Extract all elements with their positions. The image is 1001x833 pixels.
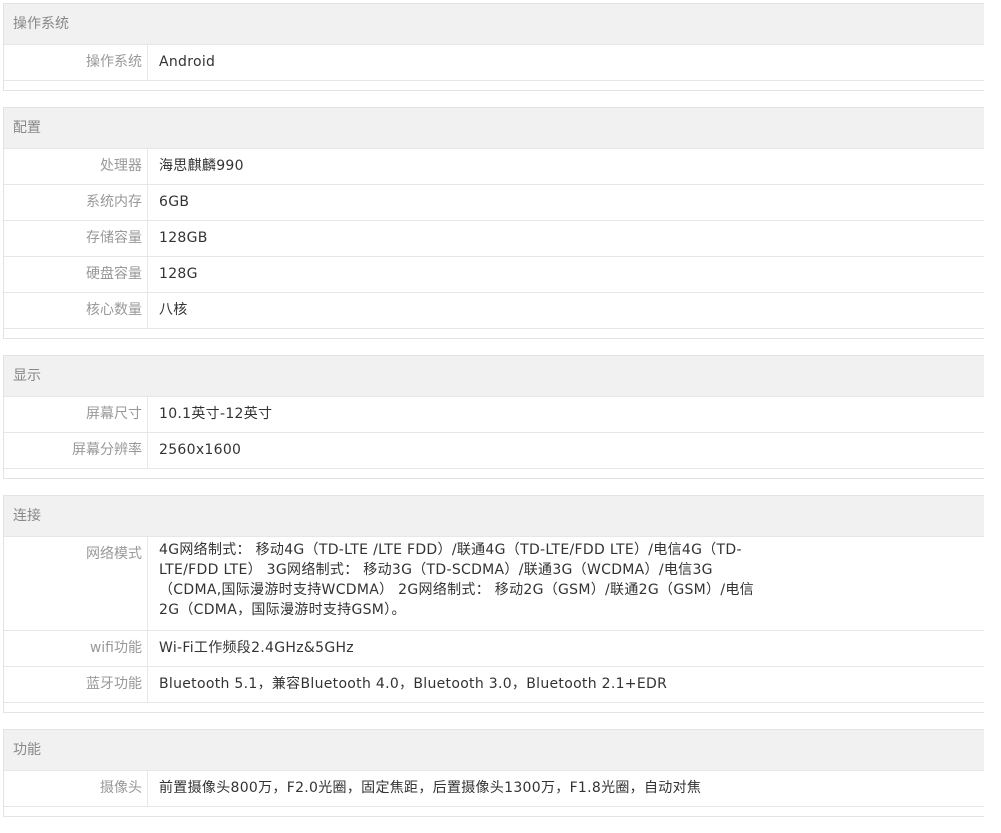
spec-value: Android bbox=[159, 54, 216, 70]
spec-row-screen-size: 屏幕尺寸 10.1英寸-12英寸 bbox=[4, 396, 984, 432]
section-footer bbox=[4, 702, 984, 712]
spec-value: 海思麒麟990 bbox=[159, 158, 244, 174]
section-title: 连接 bbox=[4, 496, 984, 536]
spec-label: 网络模式 bbox=[4, 537, 148, 630]
spec-label: 存储容量 bbox=[4, 221, 148, 256]
section-footer bbox=[4, 468, 984, 478]
spec-row-ram: 系统内存 6GB bbox=[4, 184, 984, 220]
spec-table: 操作系统 操作系统 Android 配置 处理器 海思麒麟990 系统内存 6G… bbox=[3, 3, 984, 833]
spec-label: 核心数量 bbox=[4, 293, 148, 328]
section-display: 显示 屏幕尺寸 10.1英寸-12英寸 屏幕分辨率 2560x1600 bbox=[3, 355, 984, 479]
section-connectivity: 连接 网络模式 4G网络制式： 移动4G（TD-LTE /LTE FDD）/联通… bbox=[3, 495, 984, 713]
spec-value: 6GB bbox=[159, 194, 190, 210]
spec-row-disk: 硬盘容量 128G bbox=[4, 256, 984, 292]
spec-row-cores: 核心数量 八核 bbox=[4, 292, 984, 328]
spec-value: 八核 bbox=[159, 302, 188, 318]
section-footer bbox=[4, 80, 984, 90]
spec-value: 前置摄像头800万，F2.0光圈，固定焦距，后置摄像头1300万，F1.8光圈，… bbox=[159, 780, 702, 796]
section-title: 配置 bbox=[4, 108, 984, 148]
spec-row-os: 操作系统 Android bbox=[4, 44, 984, 80]
spec-label: 系统内存 bbox=[4, 185, 148, 220]
section-config: 配置 处理器 海思麒麟990 系统内存 6GB 存储容量 128GB 硬盘容量 … bbox=[3, 107, 984, 339]
spec-value: 10.1英寸-12英寸 bbox=[159, 406, 273, 422]
spec-label: 硬盘容量 bbox=[4, 257, 148, 292]
spec-row-processor: 处理器 海思麒麟990 bbox=[4, 148, 984, 184]
section-os: 操作系统 操作系统 Android bbox=[3, 3, 984, 91]
spec-label: 屏幕分辨率 bbox=[4, 433, 148, 468]
spec-row-camera: 摄像头 前置摄像头800万，F2.0光圈，固定焦距，后置摄像头1300万，F1.… bbox=[4, 770, 984, 806]
spec-value: 128GB bbox=[159, 230, 208, 246]
spec-label: 操作系统 bbox=[4, 45, 148, 80]
spec-label: 屏幕尺寸 bbox=[4, 397, 148, 432]
spec-label: 摄像头 bbox=[4, 771, 148, 806]
spec-row-bluetooth: 蓝牙功能 Bluetooth 5.1，兼容Bluetooth 4.0，Bluet… bbox=[4, 666, 984, 702]
spec-value: Wi-Fi工作频段2.4GHz&5GHz bbox=[159, 640, 354, 656]
spec-row-resolution: 屏幕分辨率 2560x1600 bbox=[4, 432, 984, 468]
section-features: 功能 摄像头 前置摄像头800万，F2.0光圈，固定焦距，后置摄像头1300万，… bbox=[3, 729, 984, 817]
section-title: 操作系统 bbox=[4, 4, 984, 44]
spec-value: 128G bbox=[159, 266, 198, 282]
section-footer bbox=[4, 806, 984, 816]
section-footer bbox=[4, 328, 984, 338]
spec-row-network: 网络模式 4G网络制式： 移动4G（TD-LTE /LTE FDD）/联通4G（… bbox=[4, 536, 984, 630]
spec-value: 4G网络制式： 移动4G（TD-LTE /LTE FDD）/联通4G（TD-LT… bbox=[159, 542, 754, 618]
spec-value: Bluetooth 5.1，兼容Bluetooth 4.0，Bluetooth … bbox=[159, 676, 668, 692]
spec-row-wifi: wifi功能 Wi-Fi工作频段2.4GHz&5GHz bbox=[4, 630, 984, 666]
section-title: 功能 bbox=[4, 730, 984, 770]
spec-row-storage: 存储容量 128GB bbox=[4, 220, 984, 256]
spec-label: 处理器 bbox=[4, 149, 148, 184]
section-title: 显示 bbox=[4, 356, 984, 396]
spec-label: wifi功能 bbox=[4, 631, 148, 666]
spec-label: 蓝牙功能 bbox=[4, 667, 148, 702]
spec-value: 2560x1600 bbox=[159, 442, 242, 458]
